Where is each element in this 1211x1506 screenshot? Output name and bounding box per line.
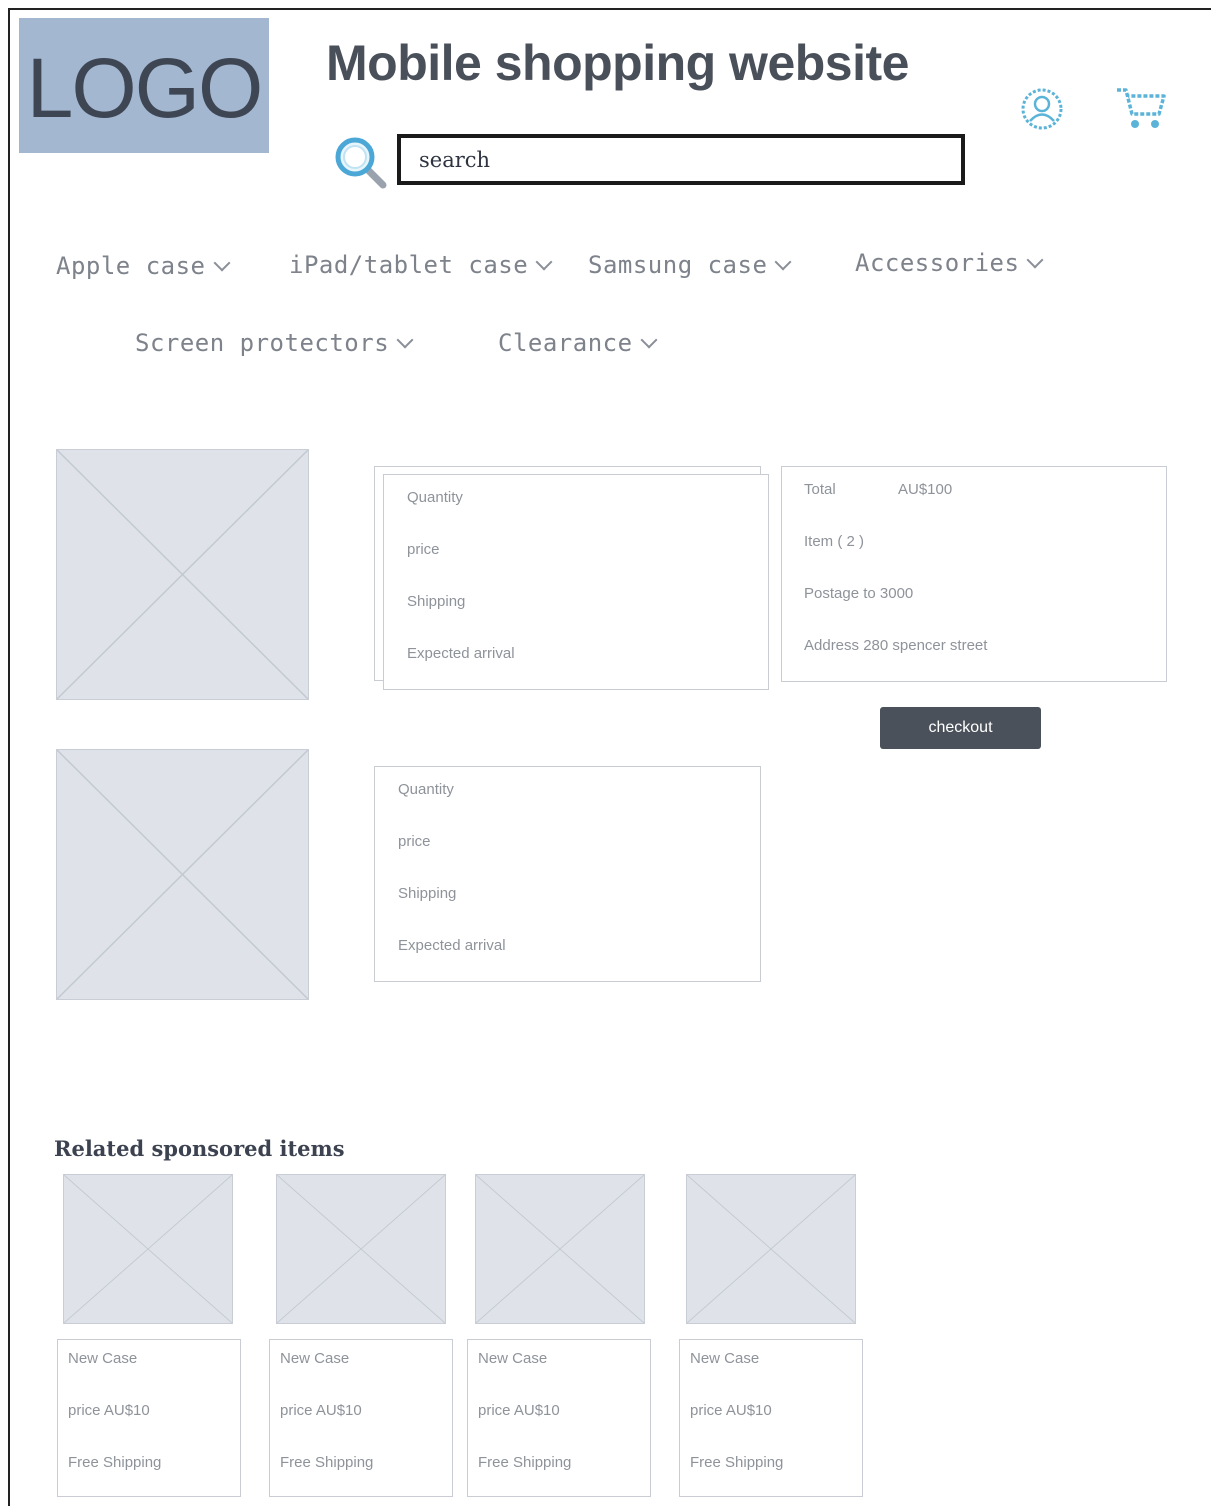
nav-item-ipad-tablet-case[interactable]: iPad/tablet case [289,251,553,279]
nav-item-accessories[interactable]: Accessories [855,249,1044,277]
related-item-card[interactable]: New Case price AU$10 Free Shipping [269,1339,453,1497]
nav-label: iPad/tablet case [289,251,529,279]
nav-item-screen-protectors[interactable]: Screen protectors [135,329,414,357]
related-item-shipping: Free Shipping [478,1454,572,1471]
product-image-placeholder [56,749,309,1000]
nav-item-samsung-case[interactable]: Samsung case [588,251,792,279]
related-item-card[interactable]: New Case price AU$10 Free Shipping [679,1339,863,1497]
logo-text: LOGO [26,40,264,135]
page-title: Mobile shopping website [326,35,909,91]
related-item-shipping: Free Shipping [690,1454,784,1471]
logo[interactable]: LOGO [19,18,269,153]
chevron-down-icon [1026,251,1044,269]
related-item-name: New Case [68,1350,138,1367]
quantity-label: Quantity [407,489,463,506]
product-image-placeholder [56,449,309,700]
nav-label: Samsung case [588,251,768,279]
related-item-name: New Case [690,1350,760,1367]
related-item-card[interactable]: New Case price AU$10 Free Shipping [57,1339,241,1497]
search-input[interactable] [401,138,961,181]
nav-item-clearance[interactable]: Clearance [498,329,658,357]
nav-label: Apple case [56,252,206,280]
related-items-heading: Related sponsored items [54,1136,345,1161]
postage-info: Postage to 3000 [804,585,914,602]
related-item-shipping: Free Shipping [280,1454,374,1471]
chevron-down-icon [640,331,658,349]
quantity-label: Quantity [398,781,454,798]
related-item-image[interactable] [475,1174,645,1324]
search-icon[interactable] [332,134,388,190]
cart-item-details: Quantity price Shipping Expected arrival [383,474,769,690]
chevron-down-icon [774,253,792,271]
related-item-price: price AU$10 [68,1402,150,1419]
chevron-down-icon [535,253,553,271]
chevron-down-icon [396,331,414,349]
shipping-label: Shipping [407,593,466,610]
total-label: Total [804,481,836,498]
checkout-button[interactable]: checkout [880,707,1041,749]
nav-label: Clearance [498,329,633,357]
related-item-card[interactable]: New Case price AU$10 Free Shipping [467,1339,651,1497]
item-count: Item ( 2 ) [804,533,865,550]
total-value: AU$100 [898,481,953,498]
nav-label: Screen protectors [135,329,390,357]
order-summary: Total AU$100 Item ( 2 ) Postage to 3000 … [781,466,1167,682]
related-item-image[interactable] [686,1174,856,1324]
related-item-name: New Case [280,1350,350,1367]
search-field[interactable] [397,134,965,185]
shopping-cart-icon[interactable] [1114,84,1168,132]
related-item-price: price AU$10 [690,1402,772,1419]
related-item-image[interactable] [276,1174,446,1324]
nav-label: Accessories [855,249,1020,277]
nav-item-apple-case[interactable]: Apple case [56,252,230,280]
related-item-price: price AU$10 [478,1402,560,1419]
expected-arrival-label: Expected arrival [407,645,515,662]
price-label: price [398,833,431,850]
address-info: Address 280 spencer street [804,637,988,654]
shipping-label: Shipping [398,885,457,902]
related-item-shipping: Free Shipping [68,1454,162,1471]
expected-arrival-label: Expected arrival [398,937,506,954]
user-account-icon[interactable] [1019,86,1065,132]
price-label: price [407,541,440,558]
chevron-down-icon [213,254,230,272]
related-item-image[interactable] [63,1174,233,1324]
related-item-name: New Case [478,1350,548,1367]
related-item-price: price AU$10 [280,1402,362,1419]
cart-item-details: Quantity price Shipping Expected arrival [374,766,761,982]
